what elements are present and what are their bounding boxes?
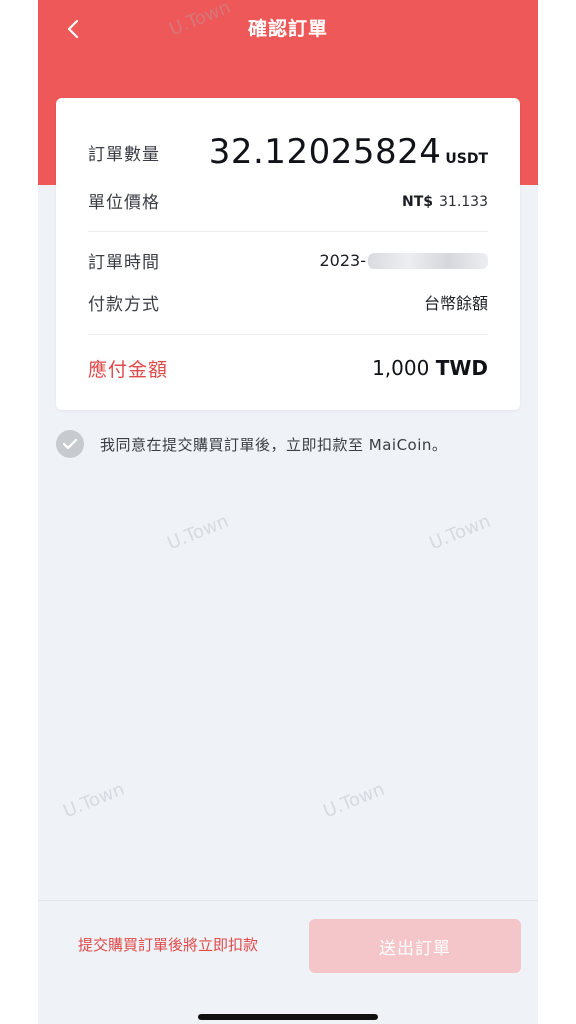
order-quantity-row: 訂單數量 32.12025824 USDT [88,128,488,176]
redacted-blur [368,253,488,269]
unit-price-row: 單位價格 NT$ 31.133 [88,186,488,214]
unit-price-currency: NT$ [401,193,433,210]
order-confirm-screen: 確認訂單 U.Town U.Town U.Town U.Town U.Town … [38,0,538,1024]
watermark: U.Town [426,510,494,555]
unit-price-label: 單位價格 [88,192,160,213]
amount-due-label: 應付金額 [88,358,169,381]
order-time: 2023- [319,250,488,270]
order-summary-card: 訂單數量 32.12025824 USDT 單位價格 NT$ 31.133 訂單時… [56,98,520,410]
watermark: U.Town [320,778,388,823]
order-time-value: 2023- [319,250,367,270]
payment-method-value: 台幣餘額 [423,294,488,313]
order-quantity-value: 32.12025824 [208,132,442,172]
payment-method-row: 付款方式 台幣餘額 [88,288,488,316]
footer-bar: 提交購買訂單後將立即扣款 送出訂單 [38,900,538,1024]
amount-due-currency: TWD [435,356,488,380]
watermark: U.Town [60,778,128,823]
order-quantity: 32.12025824 USDT [209,132,488,172]
amount-due-value: 1,000 [372,356,430,380]
order-time-label: 訂單時間 [88,252,160,273]
charge-notice: 提交購買訂單後將立即扣款 [78,936,259,954]
order-quantity-label: 訂單數量 [88,144,160,165]
home-indicator [198,1014,378,1020]
amount-due-row: 應付金額 1,000 TWD [88,352,488,384]
order-time-row: 訂單時間 2023- [88,246,488,274]
checkmark-icon [62,438,78,450]
watermark: U.Town [164,510,232,555]
unit-price: NT$ 31.133 [402,191,488,210]
agreement-row: 我同意在提交購買訂單後，立即扣款至 MaiCoin。 [56,430,447,458]
submit-order-button[interactable]: 送出訂單 [309,919,521,973]
page-title: 確認訂單 [247,18,328,40]
agreement-checkbox[interactable] [56,430,84,458]
agreement-text: 我同意在提交購買訂單後，立即扣款至 MaiCoin。 [100,435,448,454]
divider [88,334,488,335]
amount-due: 1,000 TWD [372,356,488,380]
divider [88,231,488,232]
order-quantity-unit: USDT [445,151,488,167]
payment-method-label: 付款方式 [88,294,160,315]
unit-price-value: 31.133 [439,193,488,210]
